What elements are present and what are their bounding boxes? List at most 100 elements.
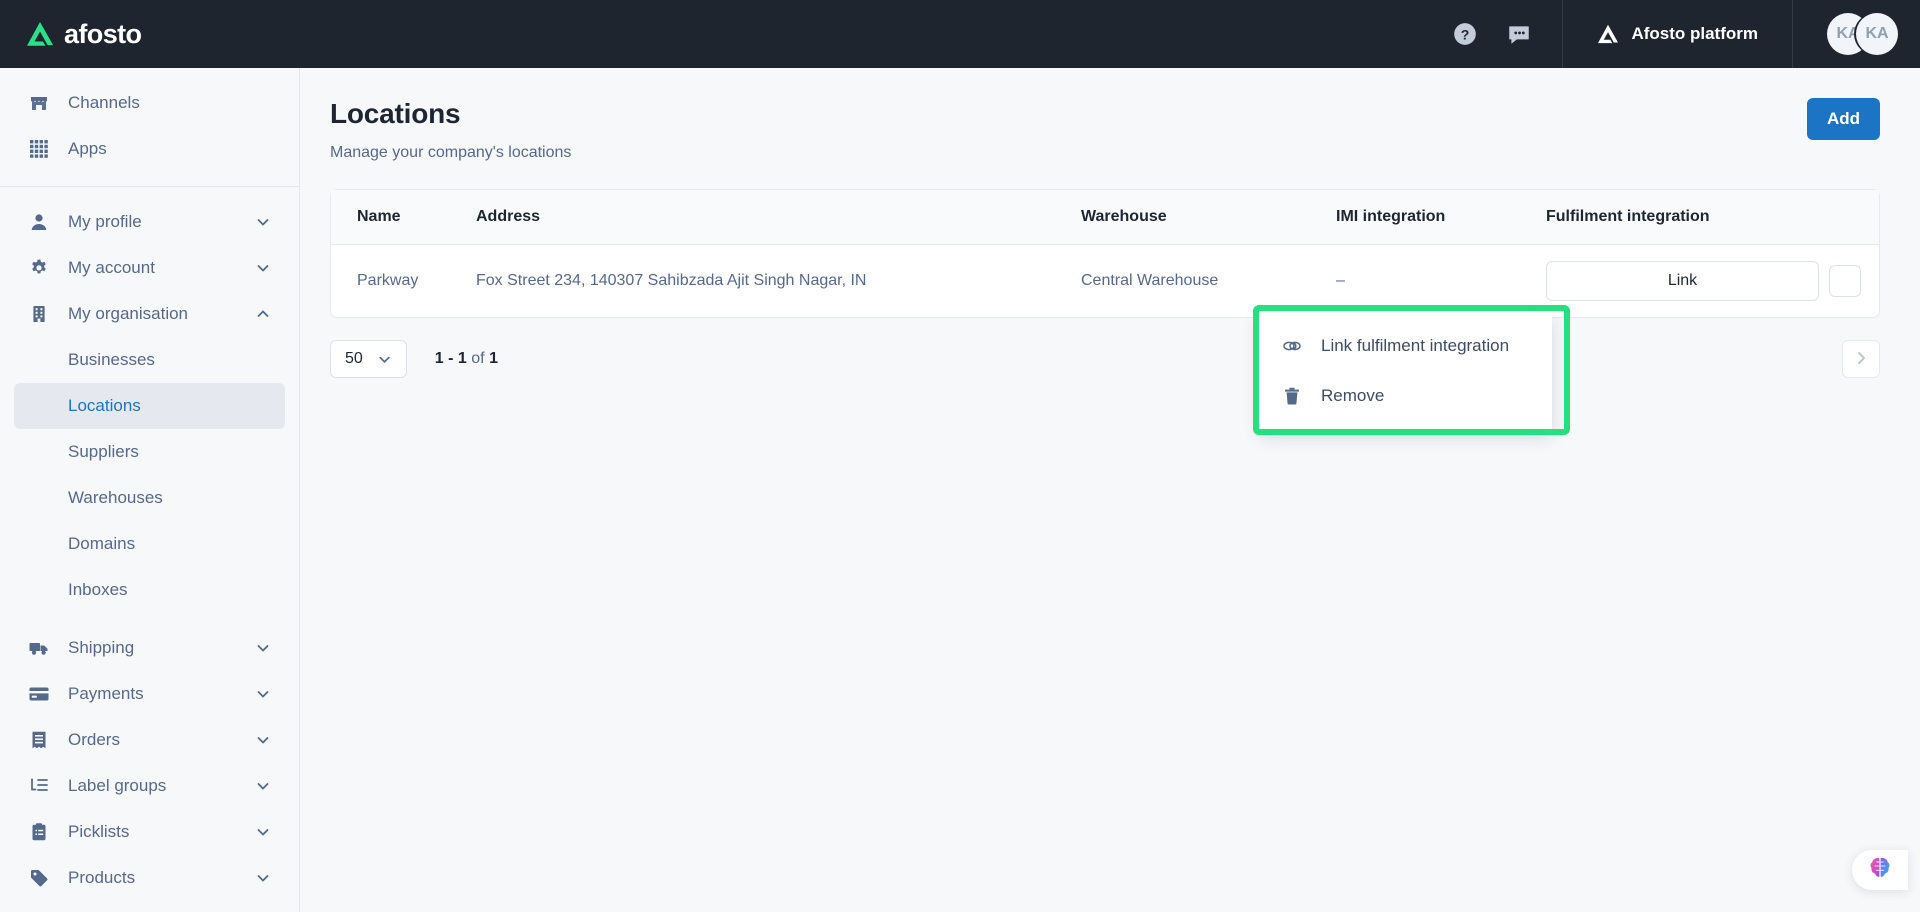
assistant-chat-widget[interactable] (1852, 850, 1908, 890)
chevron-down-icon[interactable] (255, 870, 271, 886)
table-row[interactable]: Parkway Fox Street 234, 140307 Sahibzada… (331, 245, 1879, 318)
sidebar-item-orders[interactable]: Orders (14, 717, 285, 763)
page-subtitle: Manage your company's locations (330, 144, 572, 161)
sidebar: Channels Apps My profile My account My o… (0, 68, 300, 912)
clipboard-icon (28, 823, 50, 841)
row-menu-button[interactable] (1829, 265, 1861, 297)
sidebar-item-label: Warehouses (68, 488, 163, 507)
credit-card-icon (28, 686, 50, 702)
chevron-right-icon (1853, 350, 1869, 369)
sidebar-item-domains[interactable]: Domains (14, 521, 285, 567)
sidebar-item-label: Domains (68, 534, 136, 553)
sidebar-item-my-profile[interactable]: My profile (14, 199, 285, 245)
menu-item-label: Link fulfilment integration (1321, 336, 1510, 355)
cell-warehouse: Central Warehouse (1081, 272, 1219, 289)
column-header-fulfilment-integration: Fulfilment integration (1546, 190, 1879, 245)
sidebar-item-products[interactable]: Products (14, 855, 285, 901)
cell-imi-integration: – (1336, 272, 1345, 289)
row-action-group: Link (1546, 261, 1879, 301)
sidebar-item-label: My organisation (68, 304, 189, 323)
sidebar-item-label: Channels (68, 93, 140, 112)
brand-name: afosto (64, 18, 142, 49)
main-content: Locations Manage your company's location… (300, 68, 1920, 912)
sidebar-item-label: Payments (68, 684, 144, 703)
sidebar-item-businesses[interactable]: Businesses (14, 337, 285, 383)
sidebar-item-label: Products (68, 868, 136, 887)
table-header: Name Address Warehouse IMI integration F… (331, 190, 1879, 245)
sidebar-item-apps[interactable]: Apps (14, 126, 285, 172)
sidebar-item-shipping[interactable]: Shipping (14, 625, 285, 671)
sidebar-item-payments[interactable]: Payments (14, 671, 285, 717)
sidebar-item-label: Orders (68, 730, 120, 749)
menu-item-remove[interactable]: Remove (1259, 371, 1552, 421)
building-icon (28, 305, 50, 323)
locations-table-card: Name Address Warehouse IMI integration F… (330, 189, 1880, 318)
sidebar-item-warehouses[interactable]: Warehouses (14, 475, 285, 521)
sidebar-item-label: Businesses (68, 350, 155, 369)
sidebar-main-group: My profile My account My organisation Bu… (0, 199, 299, 912)
sidebar-divider (0, 186, 299, 187)
row-context-menu[interactable]: Link fulfilment integration Remove (1259, 311, 1552, 431)
page-title: Locations (330, 98, 461, 129)
table-body: Parkway Fox Street 234, 140307 Sahibzada… (331, 245, 1879, 318)
sidebar-item-suppliers[interactable]: Suppliers (14, 429, 285, 475)
column-header-address: Address (476, 190, 1081, 245)
chevron-down-icon[interactable] (255, 778, 271, 794)
avatar-group[interactable]: KA KA (1793, 13, 1920, 55)
column-header-imi-integration: IMI integration (1336, 190, 1546, 245)
pagination-bar: 50 1 - 1 of 1 (330, 340, 1880, 378)
page-header-text: Locations Manage your company's location… (330, 98, 1807, 162)
pagination-range: 1 - 1 of 1 (435, 350, 498, 368)
sidebar-item-label: Suppliers (68, 442, 139, 461)
svg-text:?: ? (1461, 26, 1470, 42)
sidebar-item-label: Locations (68, 396, 141, 415)
afosto-triangle-icon (26, 21, 54, 47)
pagination-range-total: 1 (489, 350, 498, 367)
sidebar-item-channels[interactable]: Channels (14, 80, 285, 126)
sidebar-item-picklists[interactable]: Picklists (14, 809, 285, 855)
add-button[interactable]: Add (1806, 98, 1880, 140)
platform-switcher[interactable]: Afosto platform (1563, 0, 1792, 68)
page-size-select[interactable]: 50 (330, 340, 407, 378)
sidebar-item-inboxes[interactable]: Inboxes (14, 567, 285, 613)
sidebar-item-label-groups[interactable]: Label groups (14, 763, 285, 809)
chevron-down-icon[interactable] (255, 824, 271, 840)
sidebar-top-group: Channels Apps (0, 80, 299, 172)
brand-logo[interactable]: afosto (26, 18, 142, 50)
sidebar-item-my-organisation[interactable]: My organisation (14, 291, 285, 337)
chevron-down-icon[interactable] (255, 686, 271, 702)
link-fulfilment-button[interactable]: Link (1546, 261, 1819, 301)
label-list-icon (28, 778, 50, 794)
pagination-range-current: 1 - 1 (434, 350, 467, 367)
page-header: Locations Manage your company's location… (330, 98, 1880, 162)
sidebar-item-label: Apps (68, 139, 107, 158)
top-bar: afosto ? Afosto platform KA KA (0, 0, 1920, 68)
menu-item-label: Remove (1321, 386, 1385, 405)
chevron-down-icon[interactable] (255, 640, 271, 656)
sidebar-item-locations[interactable]: Locations (14, 383, 285, 429)
help-circle-icon[interactable]: ? (1452, 21, 1478, 47)
chevron-down-icon[interactable] (255, 260, 271, 276)
pagination-next-button[interactable] (1842, 340, 1880, 378)
chevron-up-icon[interactable] (255, 306, 271, 322)
gear-icon (28, 259, 50, 277)
sidebar-item-label: Label groups (68, 776, 167, 795)
page-size-value: 50 (345, 350, 363, 367)
menu-item-link-fulfilment-integration[interactable]: Link fulfilment integration (1259, 321, 1552, 371)
chevron-down-icon[interactable] (255, 732, 271, 748)
chevron-down-icon (377, 352, 392, 367)
brain-icon (1867, 855, 1893, 886)
sidebar-item-label: Inboxes (68, 580, 128, 599)
afosto-triangle-icon (1597, 24, 1619, 44)
cell-fulfilment-integration: Link (1546, 245, 1879, 318)
sidebar-item-developers[interactable]: Developers (14, 901, 285, 912)
avatar[interactable]: KA (1856, 13, 1898, 55)
chain-link-icon (1281, 338, 1303, 354)
platform-label: Afosto platform (1631, 24, 1758, 43)
sidebar-item-my-account[interactable]: My account (14, 245, 285, 291)
chat-bubble-icon[interactable] (1506, 21, 1532, 47)
store-icon (28, 93, 50, 113)
locations-table: Name Address Warehouse IMI integration F… (331, 190, 1879, 317)
sidebar-item-label: My account (68, 258, 155, 277)
chevron-down-icon[interactable] (255, 214, 271, 230)
